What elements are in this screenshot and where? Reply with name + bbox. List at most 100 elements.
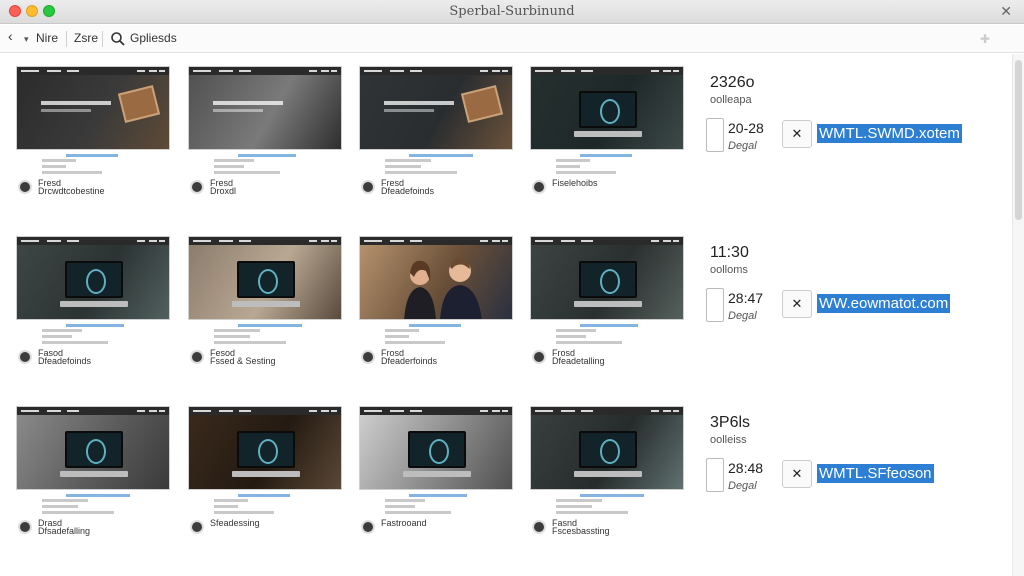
card-details: Fresd Dfeadefoinds: [359, 150, 513, 196]
gallery-card[interactable]: Fastrooand: [359, 406, 513, 536]
text-placeholder-line: [42, 335, 72, 338]
toolbar-item-nire[interactable]: Nire: [36, 31, 58, 45]
gallery-card[interactable]: Fresd Droxdl: [188, 66, 342, 196]
checkbox[interactable]: [706, 288, 724, 322]
arrows-icon[interactable]: ✕: [782, 120, 812, 148]
text-placeholder-line: [214, 329, 260, 332]
toolbar-item-zsre[interactable]: Zsre: [74, 31, 98, 45]
text-placeholder-line: [556, 499, 602, 502]
card-details: Frosd Dfeaderfoinds: [359, 320, 513, 366]
scrollbar-thumb[interactable]: [1015, 60, 1022, 220]
info-link[interactable]: WW.eowmatot.com: [817, 294, 951, 313]
card-thumbnail[interactable]: [530, 236, 684, 320]
avatar[interactable]: [361, 180, 375, 194]
chevron-down-icon[interactable]: ▾: [24, 34, 29, 45]
card-thumbnail[interactable]: [188, 406, 342, 490]
card-details: Fesod Fssed & Sesting: [188, 320, 342, 366]
card-details: Fresd Drcwdtcobestine: [16, 150, 170, 196]
avatar[interactable]: [532, 180, 546, 194]
text-placeholder-line: [556, 329, 596, 332]
gallery-card[interactable]: Fiselehoibs: [530, 66, 684, 196]
gallery-card[interactable]: Fesod Fssed & Sesting: [188, 236, 342, 366]
card-thumbnail[interactable]: [359, 236, 513, 320]
gallery-card[interactable]: Frosd Dfeadetalling: [530, 236, 684, 366]
laptop-image: [574, 261, 642, 307]
checkbox[interactable]: [706, 118, 724, 152]
text-placeholder-line: [42, 499, 88, 502]
checkbox[interactable]: [706, 458, 724, 492]
avatar[interactable]: [190, 520, 204, 534]
text-placeholder-line: [556, 511, 628, 514]
text-placeholder-line: [385, 341, 445, 344]
vertical-scrollbar[interactable]: [1012, 54, 1024, 576]
card-thumbnail[interactable]: [16, 236, 170, 320]
search-icon[interactable]: [110, 31, 126, 47]
laptop-image: [403, 431, 471, 477]
text-placeholder-line: [42, 159, 76, 162]
info-time: 11:30: [710, 244, 749, 261]
gallery-card[interactable]: Fasod Dfeadefoinds: [16, 236, 170, 366]
card-caption: Frosd Dfeaderfoinds: [381, 348, 438, 366]
thumbnail-nav-bar: [17, 237, 169, 245]
thumbnail-nav-bar: [531, 237, 683, 245]
gallery-card[interactable]: Frosd Dfeaderfoinds: [359, 236, 513, 366]
text-placeholder-line: [214, 165, 244, 168]
text-placeholder-line: [42, 329, 82, 332]
card-details: Fresd Droxdl: [188, 150, 342, 196]
avatar[interactable]: [18, 350, 32, 364]
toolbar: ‹ ▾ Nire Zsre Gpliesds ✚: [0, 25, 1024, 53]
avatar[interactable]: [532, 520, 546, 534]
gallery-card[interactable]: Sfeadessing: [188, 406, 342, 536]
back-arrow-icon[interactable]: ‹: [8, 28, 13, 44]
thumbnail-nav-bar: [360, 67, 512, 75]
avatar[interactable]: [361, 350, 375, 364]
info-link[interactable]: WMTL.SFfeoson: [817, 464, 934, 483]
avatar[interactable]: [190, 350, 204, 364]
text-placeholder-line: [66, 154, 118, 157]
avatar[interactable]: [190, 180, 204, 194]
arrows-icon[interactable]: ✕: [782, 460, 812, 488]
card-caption: Frosd Dfeadetalling: [552, 348, 605, 366]
avatar[interactable]: [361, 520, 375, 534]
info-link[interactable]: WMTL.SWMD.xotem: [817, 124, 962, 143]
card-thumbnail[interactable]: [188, 236, 342, 320]
info-subtitle: oolloms: [710, 264, 748, 276]
laptop-image: [232, 261, 300, 307]
close-icon[interactable]: ✕: [1000, 3, 1012, 20]
avatar[interactable]: [18, 520, 32, 534]
toolbar-item-gpliesds[interactable]: Gpliesds: [130, 31, 177, 45]
gallery-card[interactable]: Fresd Dfeadefoinds: [359, 66, 513, 196]
text-placeholder-line: [409, 154, 473, 157]
card-caption: Fasnd Fscesbassting: [552, 518, 610, 536]
product-box-image: [117, 85, 161, 123]
thumbnail-subline: [384, 109, 434, 112]
avatar[interactable]: [532, 350, 546, 364]
card-thumbnail[interactable]: [188, 66, 342, 150]
card-thumbnail[interactable]: [16, 66, 170, 150]
title-bar: Sperbal-Surbinund ✕: [0, 0, 1024, 24]
text-placeholder-line: [214, 171, 280, 174]
card-caption: Drasd Dfsadefalling: [38, 518, 91, 536]
card-thumbnail[interactable]: [530, 406, 684, 490]
thumbnail-nav-bar: [360, 407, 512, 415]
card-thumbnail[interactable]: [530, 66, 684, 150]
card-thumbnail[interactable]: [359, 66, 513, 150]
card-thumbnail[interactable]: [359, 406, 513, 490]
gallery-card[interactable]: Fasnd Fscesbassting: [530, 406, 684, 536]
gallery-content: Fresd Drcwdtcobestine Fresd Droxdl Fresd D…: [0, 54, 1012, 576]
gallery-card[interactable]: Fresd Drcwdtcobestine: [16, 66, 170, 196]
card-thumbnail[interactable]: [16, 406, 170, 490]
toolbar-divider: [66, 31, 67, 47]
text-placeholder-line: [214, 335, 250, 338]
extension-icon[interactable]: ✚: [980, 32, 992, 46]
laptop-image: [574, 91, 642, 137]
gallery-card[interactable]: Drasd Dfsadefalling: [16, 406, 170, 536]
card-caption: Fesod Fssed & Sesting: [210, 348, 276, 366]
arrows-icon[interactable]: ✕: [782, 290, 812, 318]
text-placeholder-line: [385, 165, 421, 168]
text-placeholder-line: [580, 324, 638, 327]
thumbnail-subline: [213, 109, 263, 112]
laptop-image: [60, 261, 128, 307]
avatar[interactable]: [18, 180, 32, 194]
app-window: Sperbal-Surbinund ✕ ‹ ▾ Nire Zsre Gplies…: [0, 0, 1024, 576]
